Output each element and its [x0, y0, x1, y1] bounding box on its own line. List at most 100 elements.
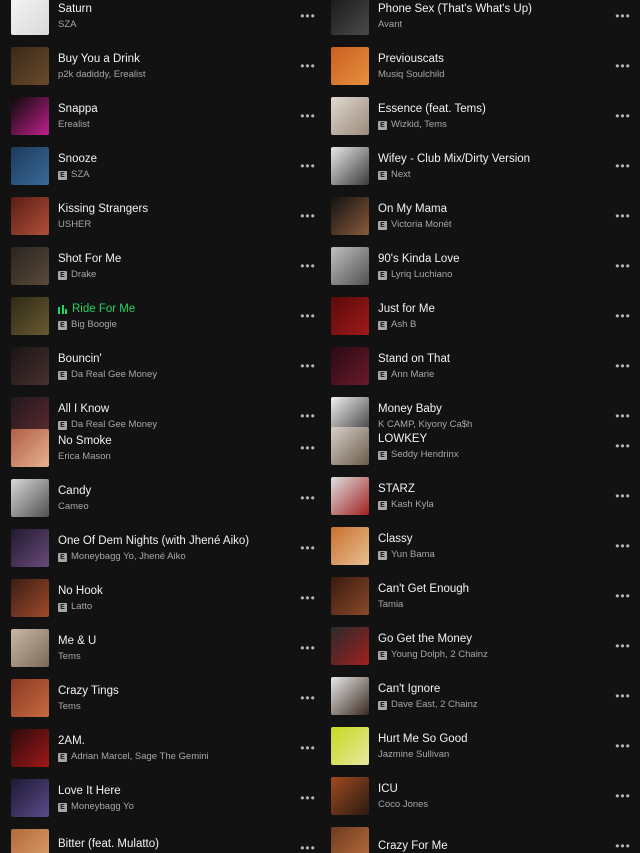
- more-options-icon[interactable]: •••: [612, 209, 634, 223]
- track-artist[interactable]: Musiq Soulchild: [378, 68, 445, 82]
- track-artist[interactable]: Jazmine Sullivan: [378, 748, 449, 762]
- more-options-icon[interactable]: •••: [612, 259, 634, 273]
- track-row[interactable]: Stand on That E Ann Marie •••: [331, 341, 634, 391]
- track-artist[interactable]: Seddy Hendrinx: [391, 448, 459, 462]
- track-row[interactable]: 2AM. E Adrian Marcel, Sage The Gemini •••: [11, 723, 319, 773]
- track-artist[interactable]: Tems: [58, 650, 81, 664]
- track-row[interactable]: Candy Cameo •••: [11, 473, 319, 523]
- track-row[interactable]: Buy You a Drink p2k dadiddy, Erealist •••: [11, 41, 319, 91]
- track-row[interactable]: No Hook E Latto •••: [11, 573, 319, 623]
- track-artist[interactable]: Adrian Marcel, Sage The Gemini: [71, 750, 209, 764]
- more-options-icon[interactable]: •••: [297, 259, 319, 273]
- more-options-icon[interactable]: •••: [612, 439, 634, 453]
- track-row[interactable]: Classy E Yun Bama •••: [331, 521, 634, 571]
- more-options-icon[interactable]: •••: [297, 9, 319, 23]
- track-artist[interactable]: Drake: [71, 268, 96, 282]
- more-options-icon[interactable]: •••: [612, 109, 634, 123]
- track-row[interactable]: Phone Sex (That's What's Up) Avant •••: [331, 0, 634, 41]
- more-options-icon[interactable]: •••: [297, 409, 319, 423]
- track-artist[interactable]: Ash B: [391, 318, 416, 332]
- track-row[interactable]: On My Mama E Victoria Monét •••: [331, 191, 634, 241]
- more-options-icon[interactable]: •••: [612, 9, 634, 23]
- track-row[interactable]: Snooze E SZA •••: [11, 141, 319, 191]
- more-options-icon[interactable]: •••: [612, 739, 634, 753]
- track-row[interactable]: Saturn SZA •••: [11, 0, 319, 41]
- track-artist[interactable]: Moneybagg Yo, Jhené Aiko: [71, 550, 186, 564]
- track-artist[interactable]: Kash Kyla: [391, 498, 434, 512]
- more-options-icon[interactable]: •••: [612, 589, 634, 603]
- more-options-icon[interactable]: •••: [612, 359, 634, 373]
- more-options-icon[interactable]: •••: [297, 109, 319, 123]
- track-row[interactable]: Crazy For Me •••: [331, 821, 634, 853]
- more-options-icon[interactable]: •••: [297, 309, 319, 323]
- track-artist[interactable]: Coco Jones: [378, 798, 428, 812]
- track-artist[interactable]: Lyriq Luchiano: [391, 268, 452, 282]
- track-artist[interactable]: p2k dadiddy, Erealist: [58, 68, 146, 82]
- track-artist[interactable]: Erica Mason: [58, 450, 111, 464]
- track-row[interactable]: Love It Here E Moneybagg Yo •••: [11, 773, 319, 823]
- track-artist[interactable]: Latto: [71, 600, 92, 614]
- track-row[interactable]: Me & U Tems •••: [11, 623, 319, 673]
- track-row[interactable]: Hurt Me So Good Jazmine Sullivan •••: [331, 721, 634, 771]
- more-options-icon[interactable]: •••: [297, 691, 319, 705]
- more-options-icon[interactable]: •••: [612, 689, 634, 703]
- track-row[interactable]: Snappa Erealist •••: [11, 91, 319, 141]
- more-options-icon[interactable]: •••: [297, 641, 319, 655]
- track-artist[interactable]: Victoria Monét: [391, 218, 452, 232]
- track-artist[interactable]: Tamia: [378, 598, 403, 612]
- track-row[interactable]: LOWKEY E Seddy Hendrinx •••: [331, 421, 634, 471]
- track-row[interactable]: Bitter (feat. Mulatto)E•••: [11, 823, 319, 853]
- more-options-icon[interactable]: •••: [297, 591, 319, 605]
- more-options-icon[interactable]: •••: [612, 489, 634, 503]
- track-row[interactable]: One Of Dem Nights (with Jhené Aiko) E Mone…: [11, 523, 319, 573]
- track-artist[interactable]: Tems: [58, 700, 81, 714]
- more-options-icon[interactable]: •••: [612, 789, 634, 803]
- track-artist[interactable]: Avant: [378, 18, 402, 32]
- track-row[interactable]: Crazy Tings Tems •••: [11, 673, 319, 723]
- track-artist[interactable]: Big Boogie: [71, 318, 117, 332]
- track-row[interactable]: Kissing Strangers USHER •••: [11, 191, 319, 241]
- more-options-icon[interactable]: •••: [612, 309, 634, 323]
- track-artist[interactable]: SZA: [58, 18, 76, 32]
- track-row[interactable]: Can't Get Enough Tamia •••: [331, 571, 634, 621]
- track-row[interactable]: Ride For Me E Big Boogie •••: [11, 291, 319, 341]
- track-row[interactable]: Previouscats Musiq Soulchild •••: [331, 41, 634, 91]
- more-options-icon[interactable]: •••: [297, 541, 319, 555]
- more-options-icon[interactable]: •••: [297, 841, 319, 853]
- more-options-icon[interactable]: •••: [612, 159, 634, 173]
- track-row[interactable]: Bouncin' E Da Real Gee Money •••: [11, 341, 319, 391]
- track-artist[interactable]: Wizkid, Tems: [391, 118, 447, 132]
- more-options-icon[interactable]: •••: [297, 209, 319, 223]
- track-artist[interactable]: Ann Marie: [391, 368, 434, 382]
- more-options-icon[interactable]: •••: [612, 839, 634, 853]
- more-options-icon[interactable]: •••: [297, 741, 319, 755]
- track-artist[interactable]: Moneybagg Yo: [71, 800, 134, 814]
- track-row[interactable]: No Smoke Erica Mason •••: [11, 423, 319, 473]
- track-row[interactable]: Shot For Me E Drake •••: [11, 241, 319, 291]
- more-options-icon[interactable]: •••: [297, 359, 319, 373]
- track-artist[interactable]: Da Real Gee Money: [71, 368, 157, 382]
- more-options-icon[interactable]: •••: [297, 59, 319, 73]
- more-options-icon[interactable]: •••: [612, 59, 634, 73]
- track-artist[interactable]: Cameo: [58, 500, 89, 514]
- track-artist[interactable]: Young Dolph, 2 Chainz: [391, 648, 488, 662]
- track-row[interactable]: STARZ E Kash Kyla •••: [331, 471, 634, 521]
- track-row[interactable]: ICU Coco Jones •••: [331, 771, 634, 821]
- more-options-icon[interactable]: •••: [297, 441, 319, 455]
- track-artist[interactable]: SZA: [71, 168, 89, 182]
- track-artist[interactable]: Erealist: [58, 118, 90, 132]
- track-artist[interactable]: USHER: [58, 218, 91, 232]
- track-row[interactable]: Wifey - Club Mix/Dirty Version E Next •••: [331, 141, 634, 191]
- track-row[interactable]: Can't Ignore E Dave East, 2 Chainz •••: [331, 671, 634, 721]
- more-options-icon[interactable]: •••: [612, 539, 634, 553]
- track-row[interactable]: Just for Me E Ash B •••: [331, 291, 634, 341]
- track-artist[interactable]: Next: [391, 168, 411, 182]
- more-options-icon[interactable]: •••: [612, 639, 634, 653]
- track-row[interactable]: 90's Kinda Love E Lyriq Luchiano •••: [331, 241, 634, 291]
- track-artist[interactable]: Dave East, 2 Chainz: [391, 698, 478, 712]
- more-options-icon[interactable]: •••: [297, 491, 319, 505]
- track-row[interactable]: Essence (feat. Tems) E Wizkid, Tems •••: [331, 91, 634, 141]
- track-row[interactable]: Go Get the Money E Young Dolph, 2 Chainz ••…: [331, 621, 634, 671]
- more-options-icon[interactable]: •••: [297, 159, 319, 173]
- track-artist[interactable]: Yun Bama: [391, 548, 435, 562]
